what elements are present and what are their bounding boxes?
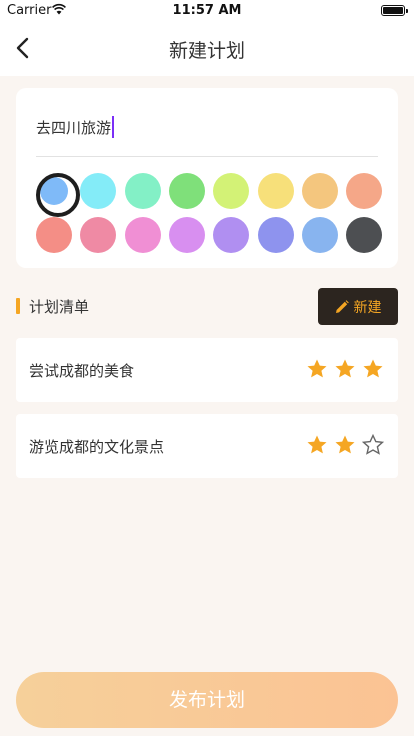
- color-swatch[interactable]: [168, 173, 205, 209]
- pencil-icon: [335, 299, 349, 313]
- color-swatch[interactable]: [301, 173, 338, 209]
- star-filled-icon[interactable]: [306, 358, 328, 380]
- input-divider: [36, 156, 378, 157]
- color-swatch[interactable]: [257, 173, 294, 209]
- color-swatch[interactable]: [346, 173, 383, 209]
- battery-icon: [381, 5, 408, 16]
- color-swatch[interactable]: [36, 173, 80, 217]
- status-time: 11:57 AM: [172, 3, 242, 18]
- plan-item[interactable]: 尝试成都的美食: [16, 338, 398, 402]
- page-title: 新建计划: [168, 40, 245, 62]
- rating-stars[interactable]: [306, 358, 384, 380]
- section-accent-bar: [16, 298, 20, 314]
- color-swatch[interactable]: [80, 173, 117, 209]
- color-swatch[interactable]: [36, 217, 72, 253]
- rating-stars[interactable]: [306, 434, 384, 456]
- color-swatch[interactable]: [301, 217, 338, 253]
- text-caret: [112, 116, 115, 138]
- star-outline-icon[interactable]: [362, 434, 384, 456]
- star-filled-icon[interactable]: [362, 358, 384, 380]
- color-swatch[interactable]: [213, 217, 250, 253]
- plan-editor-card: 去四川旅游: [16, 88, 398, 268]
- color-swatch[interactable]: [346, 217, 383, 253]
- navigation-bar: 新建计划: [0, 22, 414, 76]
- plan-item-text: 游览成都的文化景点: [29, 438, 165, 456]
- color-swatch[interactable]: [213, 173, 250, 209]
- new-button-label: 新建: [353, 299, 382, 316]
- color-swatch[interactable]: [80, 217, 117, 253]
- plan-name-input[interactable]: 去四川旅游: [36, 116, 115, 138]
- color-swatch[interactable]: [168, 217, 205, 253]
- plan-name-value: 去四川旅游: [36, 119, 112, 137]
- star-filled-icon[interactable]: [306, 434, 328, 456]
- plan-item-text: 尝试成都的美食: [29, 362, 135, 380]
- star-filled-icon[interactable]: [334, 358, 356, 380]
- star-filled-icon[interactable]: [334, 434, 356, 456]
- publish-plan-button[interactable]: 发布计划: [16, 672, 398, 728]
- color-swatch[interactable]: [124, 217, 161, 253]
- new-item-button[interactable]: 新建: [318, 288, 398, 325]
- color-swatch[interactable]: [124, 173, 161, 209]
- status-bar: Carrier 11:57 AM: [0, 0, 414, 22]
- section-title: 计划清单: [29, 298, 90, 316]
- plan-item[interactable]: 游览成都的文化景点: [16, 414, 398, 478]
- color-swatch[interactable]: [257, 217, 294, 253]
